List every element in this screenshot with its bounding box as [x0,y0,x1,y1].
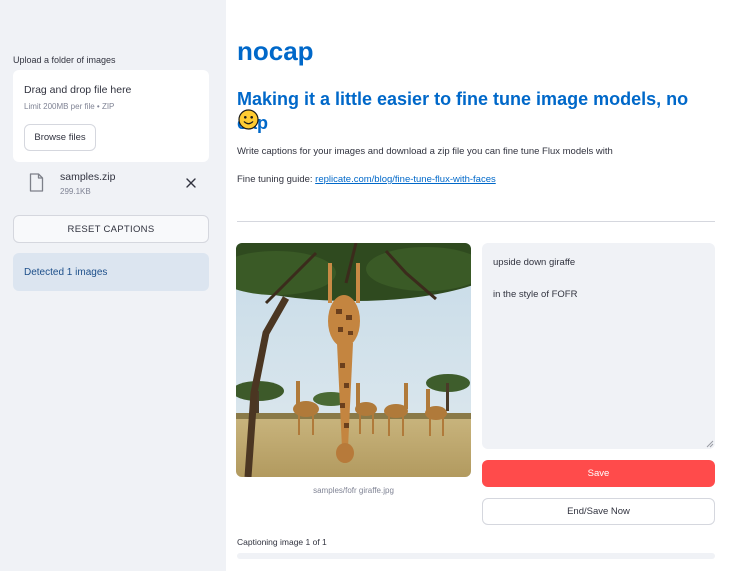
info-alert: Detected 1 images [13,253,209,291]
file-icon [29,173,44,192]
file-name: samples.zip [60,171,116,183]
resize-grip-icon[interactable] [706,440,714,448]
reset-captions-button[interactable]: RESET CAPTIONS [13,215,209,243]
dropzone-limit: Limit 200MB per file • ZIP [24,102,115,111]
page-subtitle: Making it a little easier to fine tune i… [237,89,689,133]
image-caption: samples/fofr giraffe.jpg [313,486,394,495]
giraffe-photo [236,243,471,477]
page-description: Write captions for your images and downl… [237,146,613,157]
uploaded-file-row: samples.zip 299.1KB [13,166,209,202]
save-button[interactable]: Save [482,460,715,487]
slightly-smiling-face-icon [238,109,259,130]
guide-link[interactable]: replicate.com/blog/fine-tune-flux-with-f… [315,174,496,185]
close-icon[interactable] [185,177,197,189]
caption-textarea[interactable]: upside down giraffe in the style of FOFR [482,243,715,449]
end-save-now-button[interactable]: End/Save Now [482,498,715,525]
guide-prefix: Fine tuning guide: [237,174,316,185]
file-dropzone[interactable]: Drag and drop file here Limit 200MB per … [13,70,209,162]
page-title: nocap [237,36,314,66]
divider [237,221,715,222]
image-preview [236,243,471,477]
file-size: 299.1KB [60,187,91,196]
info-text: Detected 1 images [24,267,108,278]
progress-fill [237,553,715,559]
progress-label: Captioning image 1 of 1 [237,537,327,547]
guide-line: Fine tuning guide: replicate.com/blog/fi… [237,174,496,185]
sidebar: Upload a folder of images Drag and drop … [0,0,226,571]
upload-label: Upload a folder of images [13,55,116,65]
progress-bar [237,553,715,559]
dropzone-title: Drag and drop file here [24,84,132,96]
browse-files-button[interactable]: Browse files [24,124,96,151]
